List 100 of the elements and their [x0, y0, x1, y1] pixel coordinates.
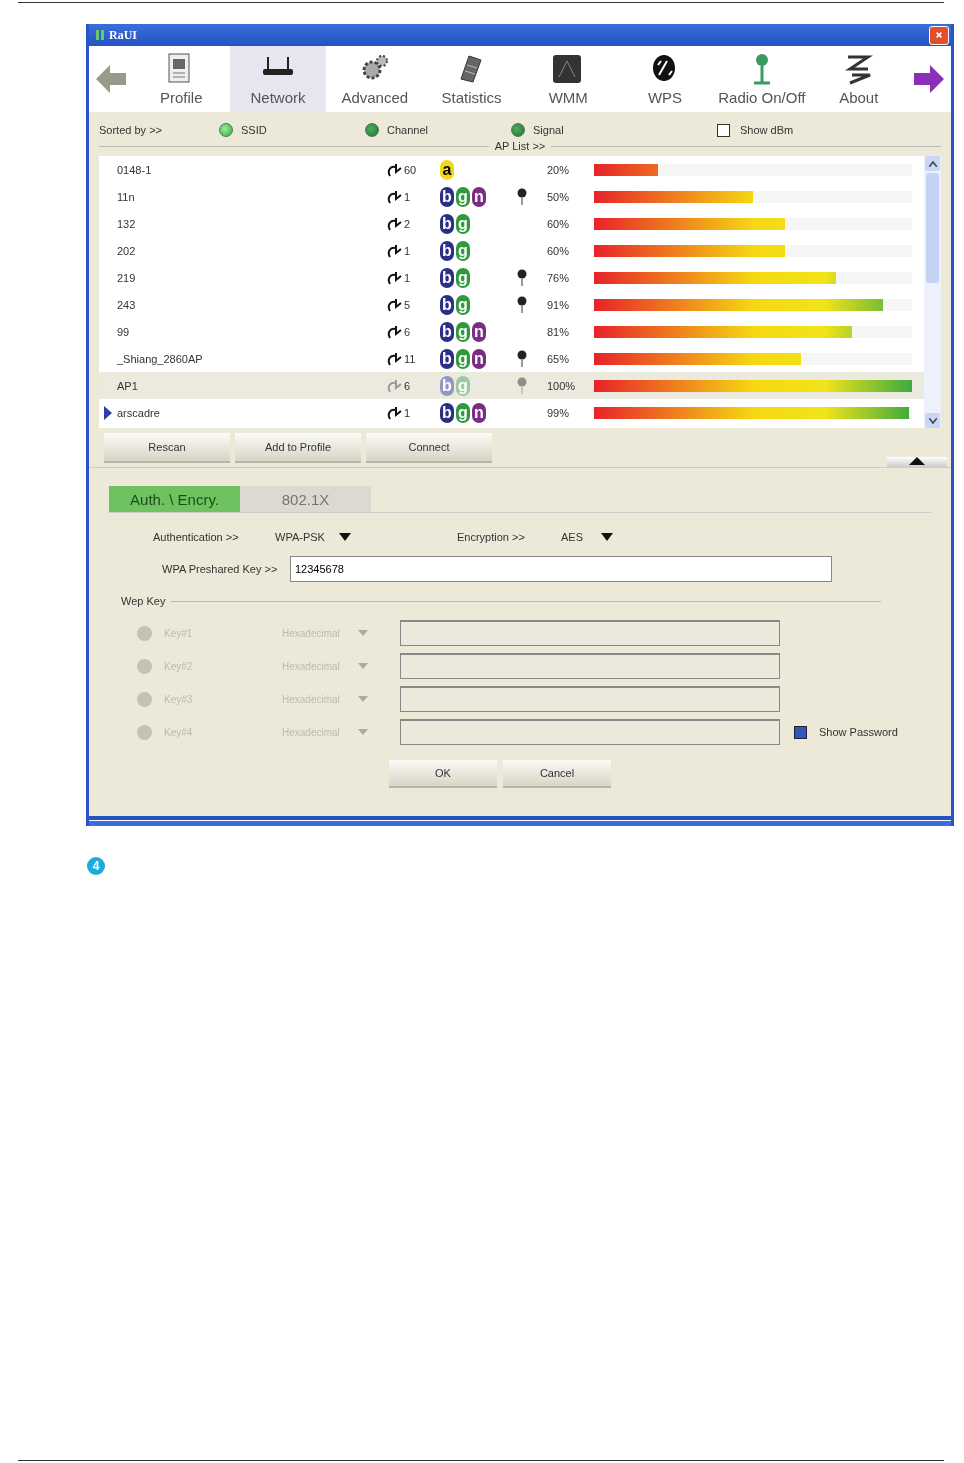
window-title: RaUI	[109, 27, 137, 43]
caret-icon	[601, 533, 613, 541]
list-row[interactable]: _Shiang_2860AP 11 b g n 65%	[99, 345, 924, 372]
collapse-arrow-icon	[909, 457, 925, 465]
toolbar-button[interactable]: Statistics	[423, 46, 520, 112]
sort-label: Sorted by >>	[99, 124, 163, 136]
signal-text: 76%	[547, 271, 571, 284]
list-row[interactable]: 219 1 b g 76%	[99, 264, 924, 291]
forward-arrow-icon[interactable]	[913, 64, 946, 94]
sort-option[interactable]: SSID	[219, 123, 365, 137]
band-badge: b	[440, 402, 454, 423]
channel-text: 5	[404, 298, 411, 311]
band-badge: g	[456, 348, 470, 369]
section-label: Wep Key	[121, 595, 166, 607]
band-badge: g	[456, 375, 470, 396]
caret-icon	[358, 663, 368, 669]
channel-icon	[387, 188, 403, 205]
field-label: WPA Preshared Key >>	[162, 563, 279, 575]
dialog-button[interactable]: Cancel	[503, 760, 611, 788]
list-row[interactable]: 243 5 b g 91%	[99, 291, 924, 318]
checkbox[interactable]	[794, 725, 807, 739]
toolbar-button[interactable]: WPS	[616, 46, 714, 112]
list-row[interactable]: 11n 1 b g n 50%	[99, 183, 924, 210]
toolbar-button[interactable]: WMM	[519, 46, 617, 112]
channel-text: 1	[404, 244, 411, 257]
list-row[interactable]: 99 6 b g n 81%	[99, 318, 924, 345]
ssid-text: 99	[117, 325, 131, 338]
caret-icon	[358, 630, 368, 636]
band-badge: b	[440, 213, 454, 234]
tab[interactable]: Auth. \ Encry.	[109, 486, 240, 512]
sort-option[interactable]: Channel	[365, 123, 511, 137]
toolbar-button[interactable]: Profile	[132, 46, 230, 112]
band-badge: b	[440, 267, 454, 288]
signal-text: 20%	[547, 163, 571, 176]
band-badge: g	[456, 321, 470, 342]
band-badge: g	[456, 213, 470, 234]
channel-icon	[387, 269, 403, 286]
list-row[interactable]: AP1 6 b g 100%	[99, 372, 924, 399]
collapse-button[interactable]	[887, 457, 947, 467]
signal-text: 91%	[547, 298, 571, 311]
dialog-button[interactable]: OK	[389, 760, 497, 788]
signal-text: 65%	[547, 352, 571, 365]
checkbox[interactable]	[717, 123, 730, 137]
signal-text: 100%	[547, 379, 577, 392]
channel-text: 60	[404, 163, 417, 176]
dropdown-value: WPA-PSK	[275, 531, 326, 543]
caret-icon	[339, 533, 351, 541]
list-heading: AP List >>	[494, 140, 546, 152]
ssid-text: 219	[117, 271, 137, 284]
ssid-text: 202	[117, 244, 137, 257]
close-icon	[936, 30, 942, 40]
signal-text: 50%	[547, 190, 571, 203]
dropdown-value: AES	[561, 531, 584, 543]
band-badge: b	[440, 186, 454, 207]
channel-text: 6	[404, 325, 411, 338]
channel-icon	[387, 404, 403, 421]
list-button[interactable]: Add to Profile	[235, 433, 361, 463]
radio-button[interactable]	[219, 123, 233, 137]
show-password-checkbox[interactable]: Show Password	[794, 725, 898, 739]
list-button[interactable]: Connect	[366, 433, 492, 463]
signal-text: 81%	[547, 325, 571, 338]
scroll-up-icon[interactable]	[928, 160, 937, 167]
show-dbm-checkbox[interactable]: Show dBm	[717, 123, 794, 137]
toolbar-button[interactable]: Network	[229, 46, 327, 112]
toolbar-button[interactable]: Radio On/Off	[713, 46, 811, 112]
channel-icon	[387, 377, 403, 394]
field-label: Encryption >>	[457, 531, 526, 543]
field-label: Authentication >>	[153, 531, 240, 543]
radio-button[interactable]	[511, 123, 525, 137]
scroll-down-icon[interactable]	[928, 417, 937, 424]
band-badge: g	[456, 267, 470, 288]
channel-icon	[387, 350, 403, 367]
back-arrow-icon[interactable]	[94, 64, 127, 94]
list-row[interactable]: 0148-1 60 a 20%	[99, 156, 924, 183]
band-badge: g	[456, 294, 470, 315]
step-number: 4	[87, 857, 105, 875]
band-badge: b	[440, 375, 454, 396]
key-input-field[interactable]: 12345678	[290, 556, 832, 582]
band-badge: n	[472, 186, 486, 207]
channel-icon	[387, 296, 403, 313]
signal-text: 60%	[547, 217, 571, 230]
channel-icon	[387, 242, 403, 259]
radio-button[interactable]	[365, 123, 379, 137]
list-button[interactable]: Rescan	[104, 433, 230, 463]
list-row[interactable]: arscadre 1 b g n 99%	[99, 399, 924, 426]
band-badge: g	[456, 240, 470, 261]
caret-icon	[358, 696, 368, 702]
band-badge: b	[440, 321, 454, 342]
close-button[interactable]	[929, 25, 949, 45]
toolbar-button[interactable]: Advanced	[326, 46, 424, 112]
list-row[interactable]: 132 2 b g 60%	[99, 210, 924, 237]
signal-text: 60%	[547, 244, 571, 257]
caret-icon	[358, 729, 368, 735]
ssid-text: arscadre	[117, 406, 161, 419]
band-badge: a	[440, 159, 454, 180]
scrollbar[interactable]	[924, 156, 941, 428]
list-row[interactable]: 202 1 b g 60%	[99, 237, 924, 264]
toolbar-button[interactable]: About	[810, 46, 908, 112]
channel-text: 1	[404, 406, 411, 419]
sort-option[interactable]: Signal	[511, 123, 657, 137]
